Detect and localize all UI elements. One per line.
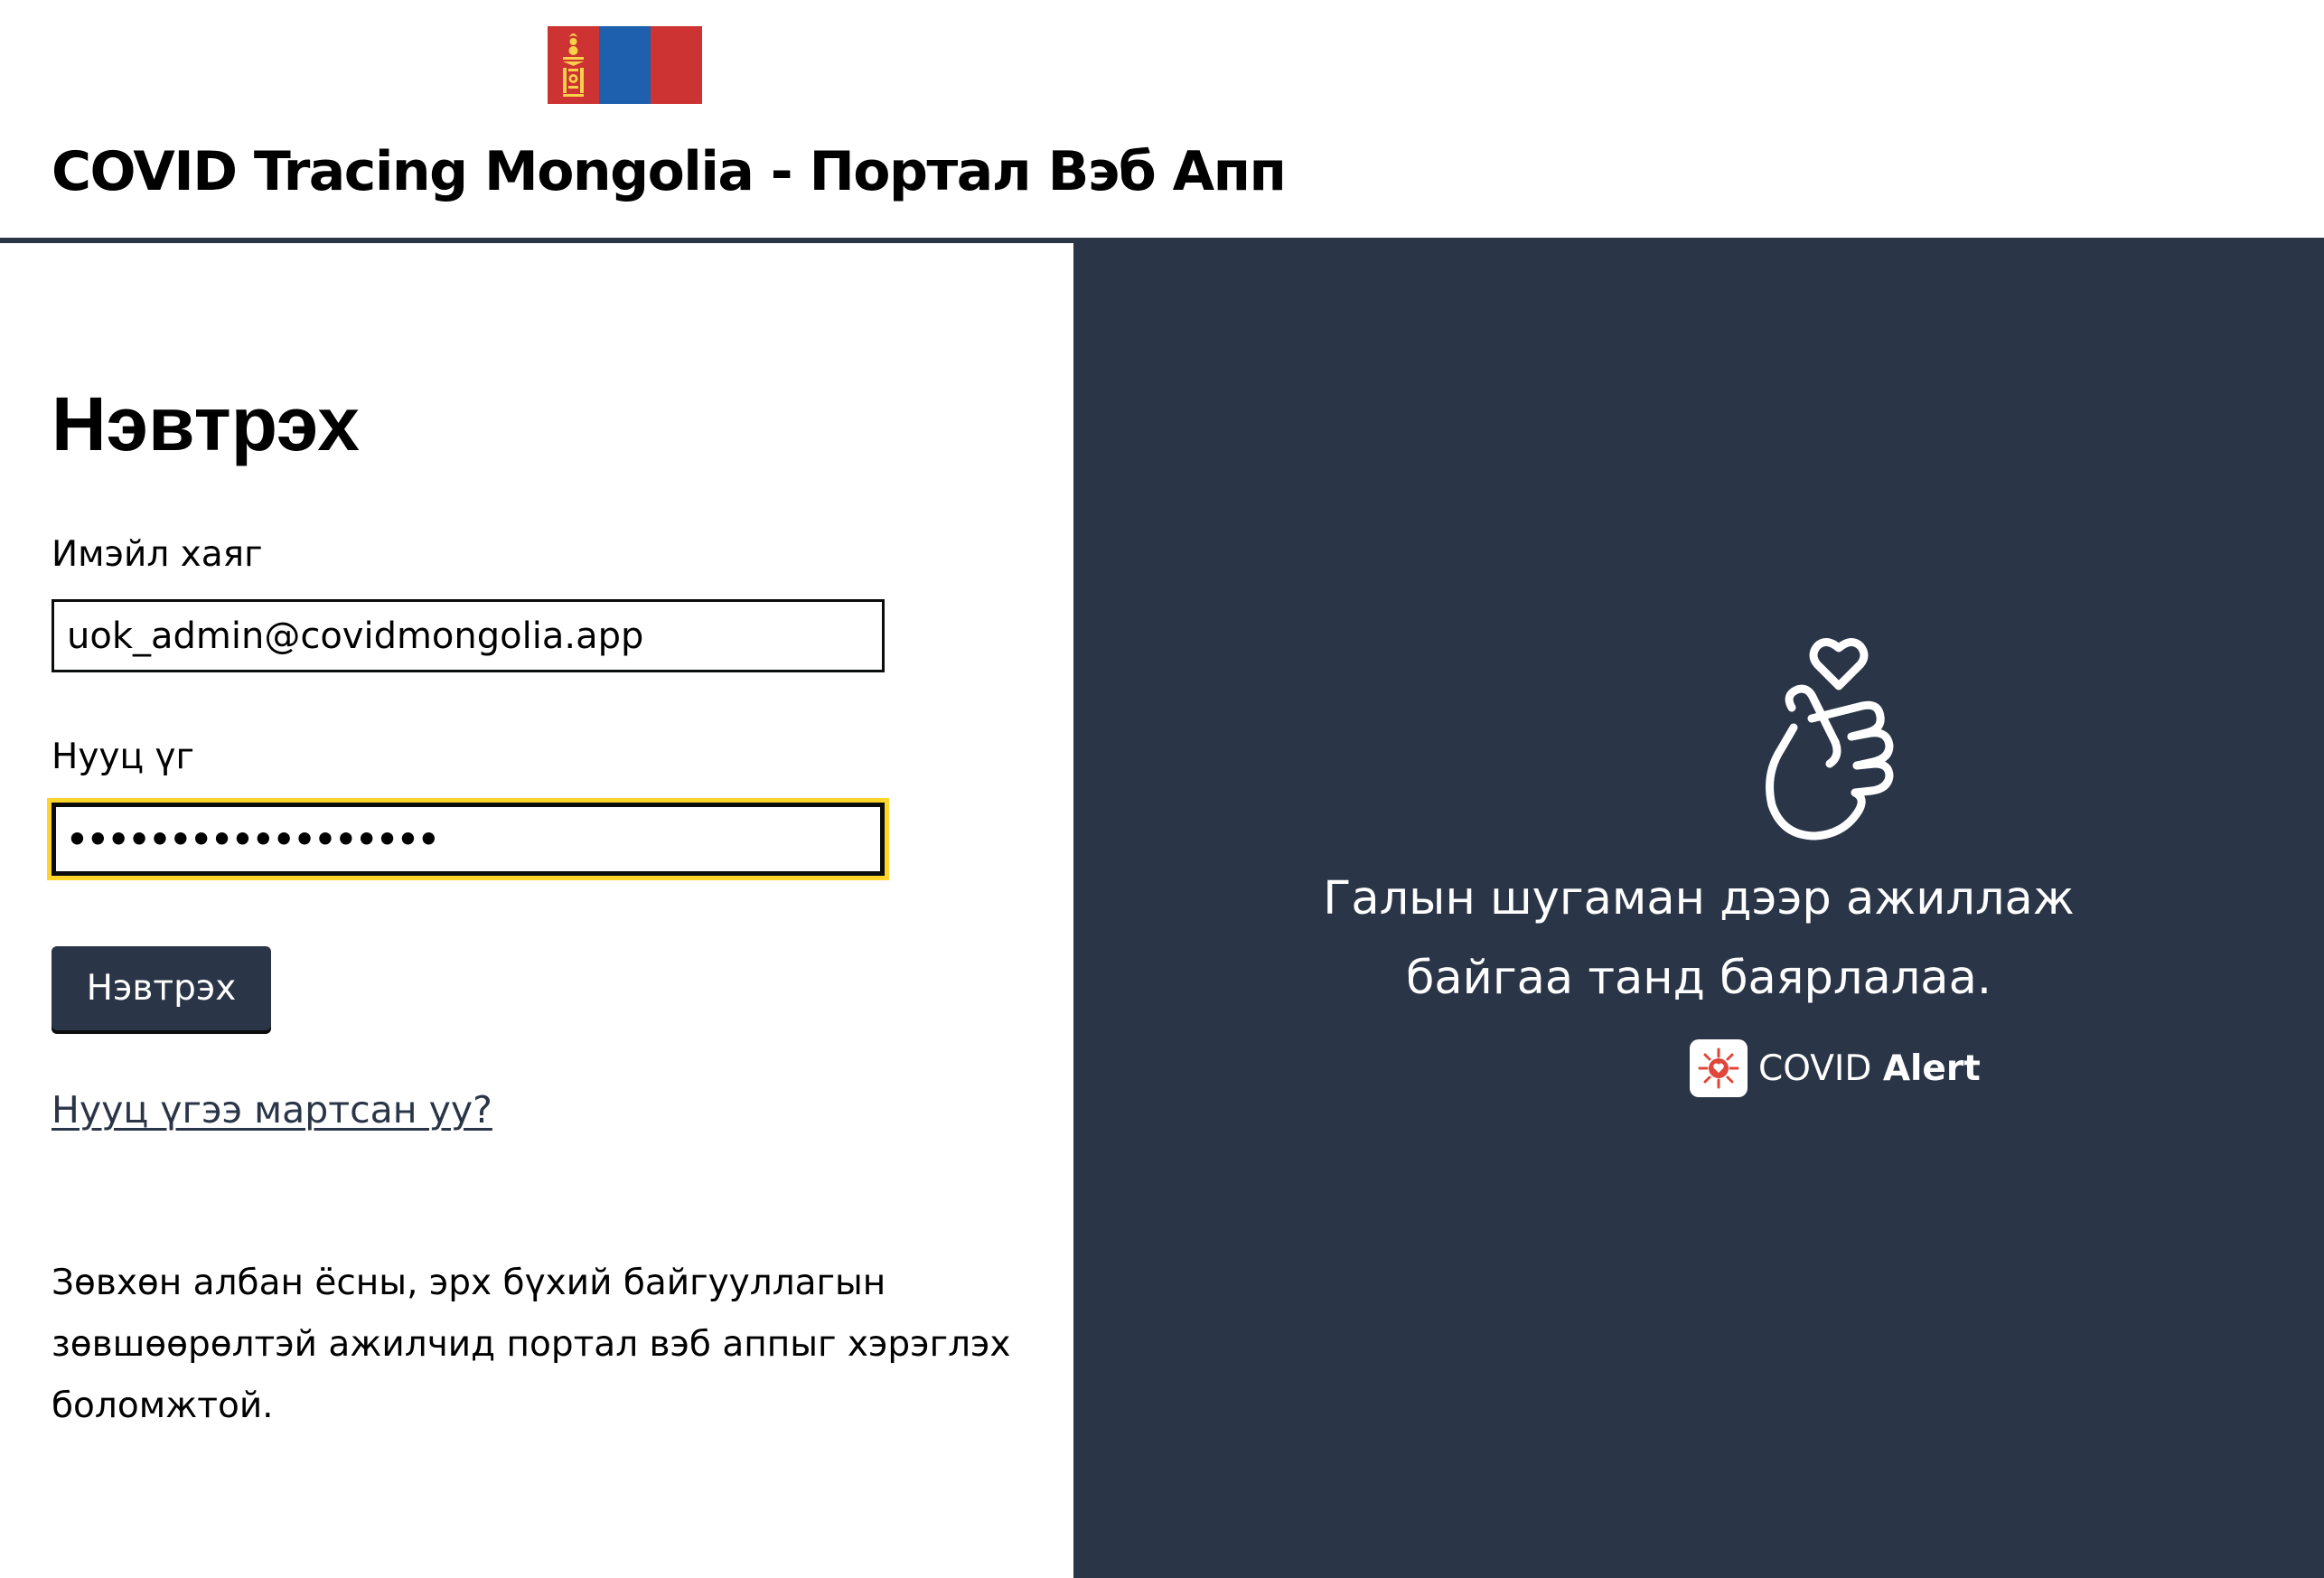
site-header: COVID Tracing Mongolia - Портал Вэб Апп [0, 0, 2324, 243]
mongolia-flag-icon [548, 26, 702, 104]
password-input[interactable] [52, 803, 885, 876]
login-heading: Нэвтрэх [52, 381, 360, 466]
brand-prefix: COVID [1758, 1047, 1872, 1089]
app-title: COVID Tracing Mongolia - Портал Вэб Апп [52, 140, 1287, 203]
thanks-line-1: Галын шугаман дээр ажиллаж [1323, 872, 2075, 925]
soyombo-symbol-icon [563, 33, 584, 97]
covid-alert-wordmark: COVID Alert [1758, 1048, 1981, 1089]
password-label: Нууц үг [52, 737, 194, 777]
thanks-line-2: байгаа танд баярлалаа. [1405, 952, 1992, 1005]
login-panel: Нэвтрэх Имэйл хаяг Нууц үг Нэвтрэх Нууц … [0, 243, 1073, 1578]
thanks-message: Галын шугаман дээр ажиллаж байгаа танд б… [947, 859, 2324, 1019]
email-label: Имэйл хаяг [52, 534, 263, 575]
email-input[interactable] [52, 599, 885, 672]
promo-panel: Галын шугаман дээр ажиллаж байгаа танд б… [1073, 243, 2324, 1578]
covid-alert-logo-icon [1690, 1039, 1748, 1097]
password-focus-ring [47, 798, 889, 880]
login-button[interactable]: Нэвтрэх [52, 946, 271, 1030]
access-notice: Зөвхөн албан ёсны, эрх бүхий байгууллагы… [52, 1263, 1011, 1426]
covid-alert-brand: COVID Alert [1690, 1038, 1981, 1098]
finger-heart-icon [1757, 630, 1920, 847]
forgot-password-link[interactable]: Нууц үгээ мартсан уу? [52, 1087, 492, 1132]
brand-suffix: Alert [1882, 1047, 1981, 1089]
login-page: COVID Tracing Mongolia - Портал Вэб Апп … [0, 0, 2324, 1578]
